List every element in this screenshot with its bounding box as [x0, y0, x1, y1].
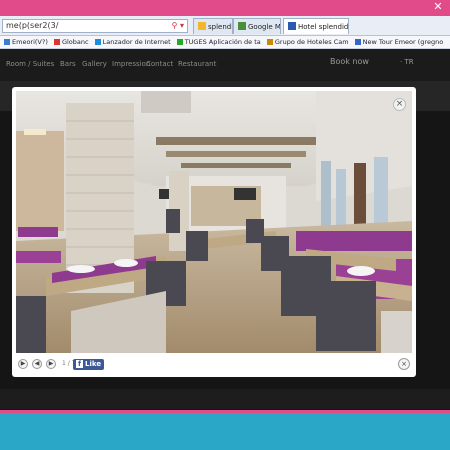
address-text: me(p(ser2(3/: [6, 21, 59, 30]
nav-item-restaurant[interactable]: Restaurant: [178, 60, 216, 68]
bookmark-icon: [53, 39, 60, 45]
bookmark-icon: [354, 39, 361, 45]
bookmark-item[interactable]: TUGES Aplicación de ta: [176, 36, 261, 48]
bookmark-icon: [94, 39, 101, 45]
tab-splendid[interactable]: splendid: [193, 18, 233, 34]
browser-window-topbar: ✕: [0, 0, 450, 16]
lightbox-close-icon[interactable]: ×: [393, 98, 406, 111]
nav-item-bars[interactable]: Bars: [60, 60, 76, 68]
bookmark-item[interactable]: Lanzador de Internet: [94, 36, 171, 48]
book-now-link[interactable]: Book now: [330, 57, 369, 66]
bookmarks-bar: Emeori(V?) Globanc Lanzador de Internet …: [0, 36, 450, 49]
maps-favicon-icon: [238, 22, 246, 30]
like-label: Like: [85, 360, 102, 368]
nav-item-gallery[interactable]: Gallery: [82, 60, 107, 68]
previous-icon[interactable]: ◀: [32, 359, 42, 369]
search-icon[interactable]: ⚲ ▾: [172, 20, 184, 32]
tab-hotel-splendid[interactable]: Hotel splendid: [283, 18, 349, 34]
address-bar[interactable]: me(p(ser2(3/ ⚲ ▾: [2, 19, 188, 33]
play-icon[interactable]: ▶: [18, 359, 28, 369]
site-footer-background: [0, 389, 450, 409]
bookmark-icon: [4, 39, 10, 45]
close-icon[interactable]: ✕: [432, 1, 444, 13]
site-navigation: Room / Suites Bars Gallery Impression Co…: [0, 49, 450, 81]
restaurant-interior-image: [16, 91, 412, 353]
browser-tab-row: me(p(ser2(3/ ⚲ ▾ splendid Google Maps Ho…: [0, 16, 450, 36]
language-selector[interactable]: · TR: [400, 58, 414, 66]
taskbar: [0, 413, 450, 450]
facebook-icon: f: [76, 360, 83, 368]
bookmark-icon: [266, 39, 273, 45]
bookmark-item[interactable]: New Tour Emeor (gregno: [354, 36, 443, 48]
gallery-lightbox: × ▶ ◀ ▶ 1 / 7 f Like ×: [12, 87, 416, 377]
favicon-icon: [198, 22, 206, 30]
restaurant-photo: ×: [16, 91, 412, 353]
facebook-like-button[interactable]: f Like: [73, 359, 105, 370]
nav-item-rooms[interactable]: Room / Suites: [6, 60, 54, 68]
close-icon[interactable]: ×: [398, 358, 410, 370]
hotel-favicon-icon: [288, 22, 296, 30]
bookmark-item[interactable]: Emeori(V?): [4, 36, 48, 48]
bookmark-item[interactable]: Globanc: [53, 36, 89, 48]
bookmark-icon: [176, 39, 183, 45]
nav-item-contact[interactable]: Contact: [146, 60, 173, 68]
lightbox-controls: ▶ ◀ ▶ 1 / 7 f Like ×: [16, 355, 412, 375]
nav-item-impression[interactable]: Impression: [112, 60, 150, 68]
tab-google-maps[interactable]: Google Maps: [233, 18, 281, 34]
bookmark-item[interactable]: Grupo de Hoteles Cam: [266, 36, 349, 48]
next-icon[interactable]: ▶: [46, 359, 56, 369]
